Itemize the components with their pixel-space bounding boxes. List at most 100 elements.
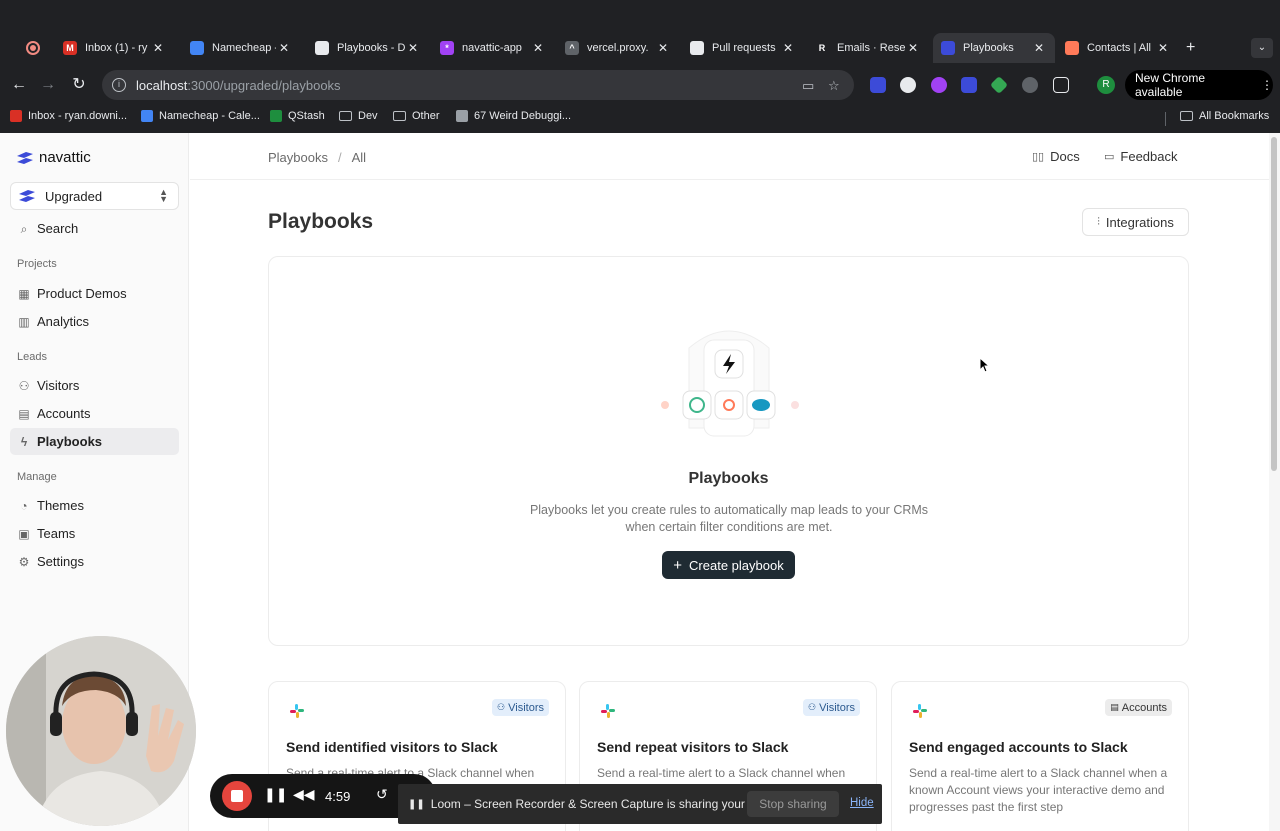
bookmarks-divider	[1165, 112, 1166, 126]
forward-button[interactable]: →	[37, 74, 59, 96]
feedback-button[interactable]: ▭ Feedback	[1104, 149, 1178, 164]
bookmark-folder[interactable]: Other	[393, 110, 440, 122]
chevron-up-down-icon: ▲ ▼	[159, 187, 168, 204]
restart-icon[interactable]: ↺	[376, 786, 388, 803]
sidebar-item-label: Teams	[37, 526, 76, 541]
scrollbar[interactable]	[1269, 133, 1280, 831]
workspace-select[interactable]: Upgraded ▲ ▼	[10, 182, 179, 210]
tab-title: vercel.proxy.	[587, 42, 649, 54]
scrollbar-thumb[interactable]	[1271, 137, 1277, 471]
sidebar-item-themes[interactable]: ◔ Themes	[10, 492, 179, 519]
rewind-button[interactable]: ◀◀	[293, 786, 315, 803]
browser-tab[interactable]: M Inbox (1) - ry ✕	[55, 33, 174, 63]
pause-share-icon: ❚❚	[408, 798, 425, 810]
tab-favicon-icon: R	[815, 41, 829, 55]
browser-tab[interactable]: Namecheap - ✕	[182, 33, 300, 63]
stop-recording-button[interactable]	[222, 781, 252, 811]
close-tab-icon[interactable]: ✕	[405, 41, 421, 55]
back-button[interactable]: ←	[8, 74, 30, 96]
url-text: localhost:3000/upgraded/playbooks	[136, 77, 341, 93]
feedback-label: Feedback	[1120, 149, 1178, 164]
browser-tab[interactable]: Contacts | All ✕	[1057, 33, 1179, 63]
close-tab-icon[interactable]: ✕	[1155, 41, 1171, 55]
address-bar[interactable]: i localhost:3000/upgraded/playbooks ▭ ☆	[102, 70, 854, 100]
search-icon: ⌕	[20, 221, 28, 236]
browser-tab[interactable]: R Emails · Rese ✕	[807, 33, 929, 63]
browser-tab[interactable]: ^ vercel.proxy. ✕	[557, 33, 679, 63]
sidebar-item-visitors[interactable]: ⚇ Visitors	[10, 372, 179, 399]
bookmark-link[interactable]: QStash	[270, 110, 325, 122]
bookmark-folder[interactable]: Dev	[339, 110, 378, 122]
users-icon: ⚇	[808, 702, 817, 712]
tab-favicon-icon	[315, 41, 329, 55]
users-icon: ⚇	[497, 702, 506, 712]
close-tab-icon[interactable]: ✕	[1031, 41, 1047, 55]
camera-icon[interactable]: ▭	[802, 78, 814, 94]
close-tab-icon[interactable]: ✕	[655, 41, 671, 55]
tab-favicon-icon	[690, 41, 704, 55]
close-tab-icon[interactable]: ✕	[150, 41, 166, 55]
sidebar-item-product-demos[interactable]: ▦ Product Demos	[10, 280, 179, 307]
reload-button[interactable]: ↻	[68, 74, 90, 96]
bookmark-link[interactable]: Inbox - ryan.downi...	[10, 110, 127, 122]
breadcrumb-root[interactable]: Playbooks	[268, 150, 328, 165]
tab-favicon-icon: M	[63, 41, 77, 55]
extensions-puzzle-icon[interactable]	[1053, 77, 1069, 93]
site-info-icon[interactable]: i	[112, 78, 126, 92]
close-tab-icon[interactable]: ✕	[780, 41, 796, 55]
web-extension-icon[interactable]	[900, 77, 916, 93]
bookmark-favicon-icon	[141, 110, 153, 122]
sidebar-item-label: Analytics	[37, 314, 90, 329]
browser-tab[interactable]: Pull requests ✕	[682, 33, 804, 63]
sidebar-item-accounts[interactable]: ▤ Accounts	[10, 400, 179, 427]
tab-title: Playbooks	[963, 42, 1014, 54]
profile-avatar[interactable]: R	[1097, 76, 1115, 94]
color-extension-icon[interactable]	[931, 77, 947, 93]
menu-dots-icon: ⋮	[1261, 78, 1273, 92]
sidebar-item-playbooks[interactable]: ϟ Playbooks	[10, 428, 179, 455]
close-tab-icon[interactable]: ✕	[530, 41, 546, 55]
playbook-template-card[interactable]: ▤ Accounts Send engaged accounts to Slack S…	[891, 681, 1189, 831]
bookmark-link[interactable]: 67 Weird Debuggi...	[456, 110, 571, 122]
new-tab-button[interactable]: +	[1186, 39, 1195, 57]
browser-tab[interactable]: Playbooks - D ✕	[307, 33, 429, 63]
empty-state-description: Playbooks let you create rules to automa…	[529, 503, 929, 534]
create-playbook-button[interactable]: + Create playbook	[662, 551, 795, 579]
close-tab-icon[interactable]: ✕	[276, 41, 292, 55]
book-icon: ▯▯	[1032, 151, 1045, 163]
tab-strip: M Inbox (1) - ry ✕ Namecheap - ✕ Playbooks - …	[0, 33, 1280, 63]
docs-link[interactable]: ▯▯ Docs	[1032, 149, 1080, 164]
section-label-leads: Leads	[17, 351, 47, 363]
eyes-extension-icon[interactable]	[1022, 77, 1038, 93]
sidebar-item-settings[interactable]: ⚙ Settings	[10, 548, 179, 575]
all-bookmarks-link[interactable]: All Bookmarks	[1180, 110, 1269, 122]
browser-tab[interactable]: Playbooks ✕	[933, 33, 1055, 63]
navattic-dev-extension-icon[interactable]	[961, 77, 977, 93]
lightning-icon: ϟ	[20, 434, 28, 449]
browser-tab[interactable]: * navattic-app ✕	[432, 33, 554, 63]
pause-button[interactable]: ❚❚	[264, 786, 287, 803]
chrome-update-button[interactable]: New Chrome available ⋮	[1125, 70, 1273, 100]
bookmark-label: Other	[412, 110, 440, 122]
sidebar-item-analytics[interactable]: ▥ Analytics	[10, 308, 179, 335]
close-tab-icon[interactable]: ✕	[905, 41, 921, 55]
browser-toolbar: ← → ↻ i localhost:3000/upgraded/playbook…	[0, 68, 1280, 102]
navattic-extension-icon[interactable]	[870, 77, 886, 93]
webcam-bubble[interactable]	[6, 636, 196, 826]
bookmark-link[interactable]: Namecheap - Cale...	[141, 110, 260, 122]
hide-share-bar-link[interactable]: Hide	[850, 797, 874, 809]
tab-title: Contacts | All	[1087, 42, 1151, 54]
stop-sharing-button[interactable]: Stop sharing	[747, 791, 839, 817]
brand-logo[interactable]: navattic	[17, 149, 91, 166]
sidebar-item-teams[interactable]: ▣ Teams	[10, 520, 179, 547]
tab-title: Namecheap -	[212, 42, 276, 54]
breadcrumb-current[interactable]: All	[352, 150, 366, 165]
sidebar-item-label: Accounts	[37, 406, 91, 421]
bookmark-star-icon[interactable]: ☆	[828, 78, 840, 94]
sidebar-search[interactable]: ⌕ Search	[10, 215, 179, 242]
tab-search-button[interactable]: ⌄	[1251, 38, 1273, 58]
palette-extension-icon[interactable]	[989, 75, 1009, 95]
tab-title: Pull requests	[712, 42, 776, 54]
integrations-button[interactable]: ⫶ Integrations	[1082, 208, 1189, 236]
bookmark-label: Namecheap - Cale...	[159, 110, 260, 122]
